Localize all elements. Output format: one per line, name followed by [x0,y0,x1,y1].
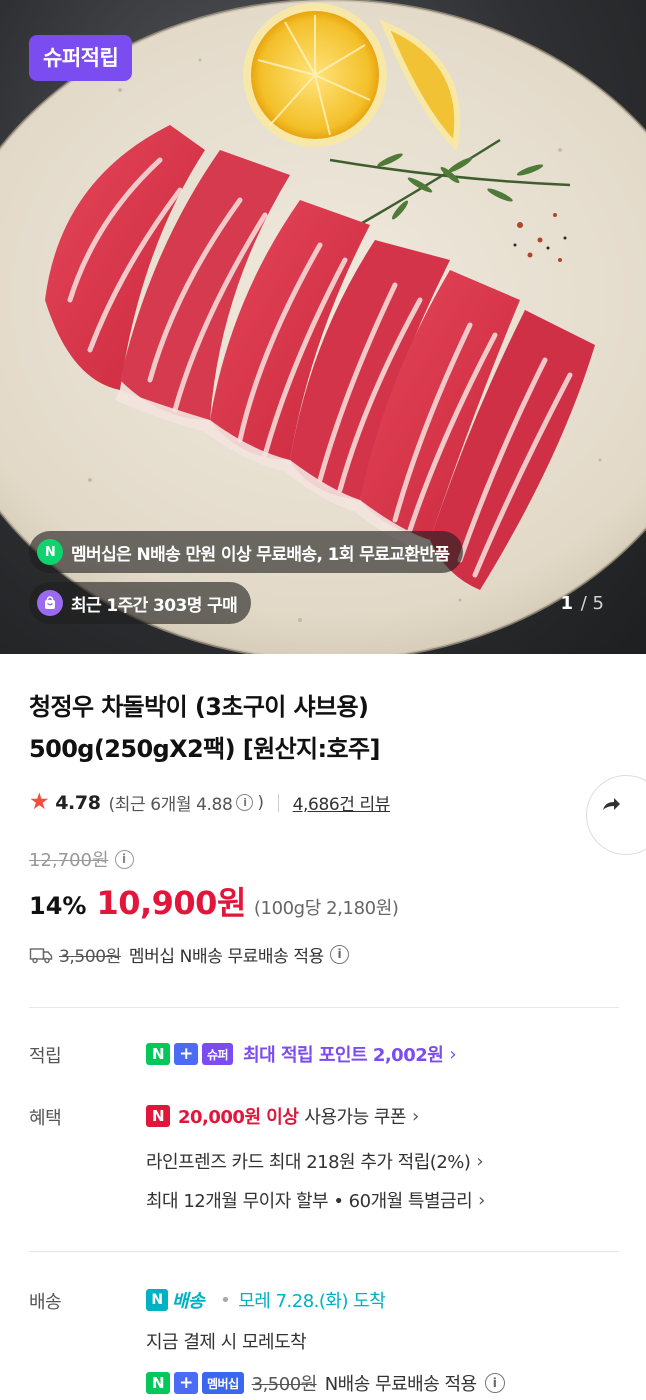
card-points-row[interactable]: 라인프렌즈 카드 최대 218원 추가 적립(2%) › [146,1148,484,1174]
pay-now-note: 지금 결제 시 모레도착 [146,1332,307,1353]
plus-icon: + [174,1043,198,1065]
n-delivery-badge: N 배송 [146,1287,205,1313]
divider [29,1251,619,1252]
super-tag: 슈퍼 [202,1043,234,1065]
rating-divider [277,793,279,812]
chevron-right-icon: › [412,1105,419,1127]
product-title-line1: 청정우 차돌박이 (3초구이 샤브용) [29,693,369,721]
delivery-label: 배송 [29,1292,62,1313]
truck-icon [29,947,53,963]
naver-membership-icon: N [37,539,63,565]
delivery-arrival-row: N 배송 • 모레 7.28.(화) 도착 [146,1287,386,1313]
super-points-badge: 슈퍼적립 [29,35,133,81]
shipping-info-icon[interactable]: i [329,945,349,964]
shipping-fee-note: 3,500원 멤버십 N배송 무료배송 적용 i [29,942,349,967]
unit-price: (100g당 2,180원) [253,898,399,919]
shopping-bag-icon [37,590,63,616]
naver-membership-icon-letter: N [44,544,56,560]
share-button[interactable] [586,775,646,855]
chevron-right-icon: › [449,1043,457,1065]
recent-rating-prefix: (최근 6개월 4.88 [108,795,233,815]
card-points-text: 라인프렌즈 카드 최대 218원 추가 적립(2%) [146,1152,471,1173]
naver-n-red-icon: N [146,1105,170,1127]
membership-shipping-text: 멤버십은 N배송 만원 이상 무료배송, 1회 무료교환반품 [71,544,450,565]
original-price-value: 12,700원 [29,850,109,871]
points-row[interactable]: N + 슈퍼 최대 적립 포인트 2,002원 › [146,1041,456,1067]
n-delivery-icon: N [146,1289,168,1311]
share-icon [601,796,621,817]
installment-row[interactable]: 최대 12개월 무이자 할부 • 60개월 특별금리 › [146,1187,485,1213]
old-delivery-fee: 3,500원 [251,1374,318,1395]
image-counter: 1 / 5 [560,593,604,614]
naver-n-icon: N [146,1372,170,1394]
membership-free-shipping-row: N + 멤버십 3,500원 N배송 무료배송 적용 i [146,1370,505,1396]
recent-rating-suffix: ) [257,792,264,813]
dot-separator: • [220,1289,231,1311]
image-counter-separator: / [580,593,587,614]
sale-price: 10,900원 [96,884,246,922]
original-price: 12,700원 i [29,846,134,872]
rating-info-icon[interactable]: i [236,794,254,811]
coupon-threshold: 20,000원 이상 [178,1107,299,1128]
recent-purchase-pill: 최근 1주간 303명 구매 [29,582,252,624]
chevron-right-icon: › [476,1150,484,1172]
sale-price-row: 14% 10,900원 (100g당 2,180원) [29,878,399,924]
product-title-line2: 500g(250gX2팩) [원산지:호주] [29,735,380,763]
installment-text: 최대 12개월 무이자 할부 • 60개월 특별금리 [146,1191,473,1212]
recent-purchase-text: 최근 1주간 303명 구매 [71,595,238,616]
image-counter-current: 1 [560,593,573,614]
image-counter-total: 5 [592,593,604,614]
discount-rate: 14% [29,892,87,920]
rating-row: ★ 4.78 (최근 6개월 4.88 i ) 4,686건 리뷰 [29,789,391,816]
star-icon: ★ [29,789,50,815]
free-shipping-text: N배송 무료배송 적용 [324,1374,477,1395]
old-shipping-fee: 3,500원 [59,947,121,967]
plus-icon: + [174,1372,198,1394]
membership-shipping-pill[interactable]: N 멤버십은 N배송 만원 이상 무료배송, 1회 무료교환반품 [29,531,464,573]
price-info-icon[interactable]: i [114,849,134,869]
points-label: 적립 [29,1046,62,1067]
delivery-info-icon[interactable]: i [484,1373,505,1393]
shipping-fee-text: 멤버십 N배송 무료배송 적용 [128,947,324,967]
n-delivery-label: 배송 [172,1291,205,1312]
coupon-row[interactable]: N 20,000원 이상 사용가능 쿠폰 › [146,1103,419,1129]
max-points-text: 최대 적립 포인트 2,002원 [243,1045,444,1066]
product-image-carousel[interactable]: 슈퍼적립 N 멤버십은 N배송 만원 이상 무료배송, 1회 무료교환반품 최근… [0,0,646,654]
membership-tag: 멤버십 [202,1372,244,1394]
naver-n-icon: N [146,1043,170,1065]
chevron-right-icon: › [478,1189,485,1211]
product-title: 청정우 차돌박이 (3초구이 샤브용) 500g(250gX2팩) [원산지:호… [29,686,549,770]
coupon-text: 사용가능 쿠폰 [304,1107,406,1128]
benefits-label: 혜택 [29,1108,62,1129]
rating-score: 4.78 [55,791,101,814]
review-count-link[interactable]: 4,686건 리뷰 [293,790,391,815]
divider [29,1007,619,1008]
arrival-date: 모레 7.28.(화) 도착 [238,1291,386,1312]
